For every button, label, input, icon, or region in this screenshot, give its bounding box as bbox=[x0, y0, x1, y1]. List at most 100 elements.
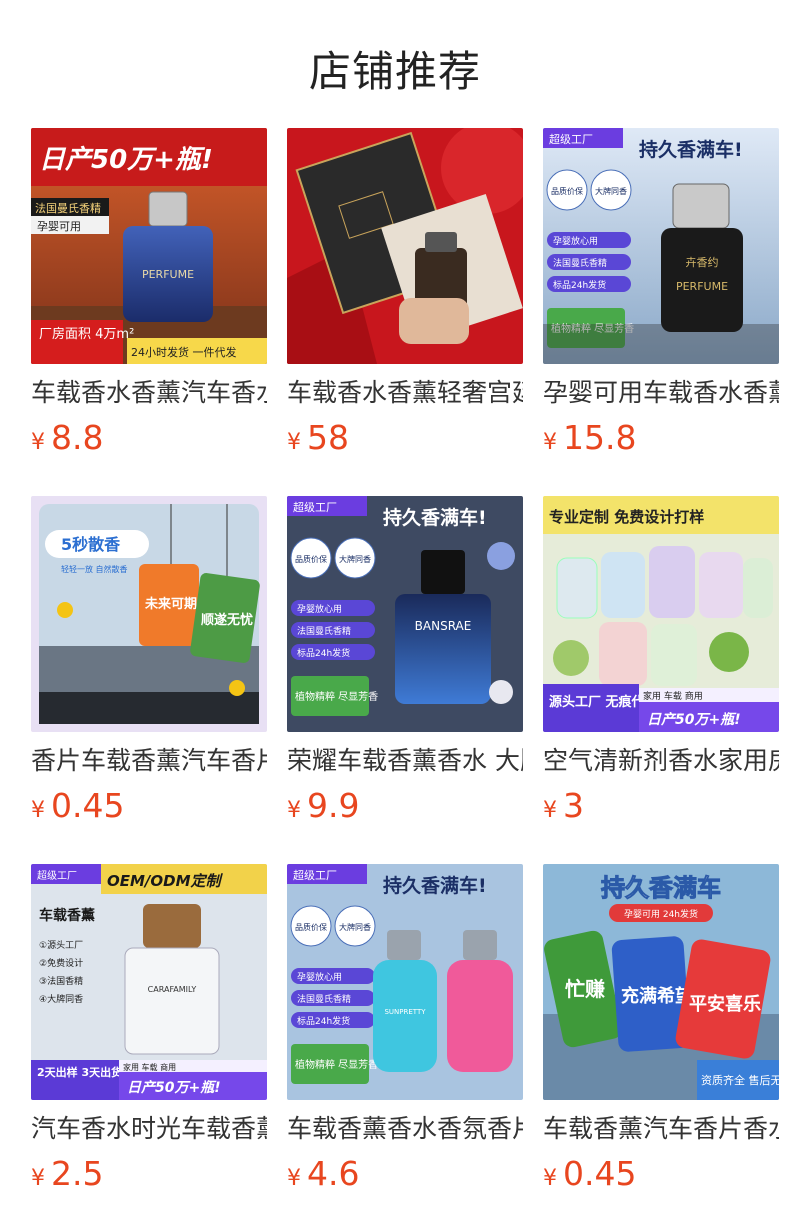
image-bottom-tag: 家用 车载 商用 bbox=[123, 1062, 176, 1072]
image-green-box: 植物精粹 尽显芳香 bbox=[295, 1058, 378, 1071]
product-name[interactable]: 车载香水香薰轻奢宫廷风 bbox=[287, 376, 523, 410]
product-image[interactable]: 超级工厂 持久香满车! 品质价保 大牌同香 孕婴放心用 法国曼氏香精 标品24h… bbox=[287, 496, 523, 732]
image-bottom-left: 厂房面积 4万m² bbox=[39, 326, 134, 342]
image-card-text: 平安喜乐 bbox=[689, 993, 761, 1015]
price-value: 0.45 bbox=[51, 786, 125, 825]
image-list-item: ②免费设计 bbox=[39, 957, 83, 969]
image-badge: 超级工厂 bbox=[293, 500, 337, 514]
image-list-item: ④大牌同香 bbox=[39, 993, 83, 1005]
image-banner-text: 专业定制 免费设计打样 bbox=[549, 508, 704, 526]
price-value: 2.5 bbox=[51, 1154, 104, 1193]
product-name[interactable]: 孕婴可用车载香水香薰 bbox=[543, 376, 779, 410]
currency-symbol: ¥ bbox=[287, 430, 301, 455]
image-seal: 品质价保 bbox=[295, 554, 327, 564]
product-price: ¥0.45 bbox=[543, 1154, 636, 1194]
image-bottle-label: CARAFAMILY bbox=[148, 985, 197, 994]
product-card[interactable]: 车载香水香薰轻奢宫廷风 ¥58 bbox=[287, 128, 523, 468]
image-bottom-right: 24小时发货 一件代发 bbox=[131, 345, 237, 359]
currency-symbol: ¥ bbox=[287, 1166, 301, 1191]
currency-symbol: ¥ bbox=[543, 430, 557, 455]
image-seal: 大牌同香 bbox=[339, 554, 371, 564]
image-check-item: 孕婴放心用 bbox=[297, 603, 342, 615]
image-check-item: 标品24h发货 bbox=[297, 647, 350, 659]
image-badge: 超级工厂 bbox=[37, 869, 77, 882]
image-bottle-label: PERFUME bbox=[142, 268, 194, 281]
currency-symbol: ¥ bbox=[287, 798, 301, 823]
product-name[interactable]: 荣耀车载香薰香水 大牌 bbox=[287, 744, 523, 778]
image-bottom-tag: 家用 车载 商用 bbox=[643, 690, 703, 702]
product-image[interactable]: 专业定制 免费设计打样 源头工厂 无痕代发 家用 车载 商用 日产50万+瓶! bbox=[543, 496, 779, 732]
image-list-item: ③法国香精 bbox=[39, 975, 83, 987]
product-price: ¥2.5 bbox=[31, 1154, 103, 1194]
product-name[interactable]: 空气清新剂香水家用房间 bbox=[543, 744, 779, 778]
image-headline: 持久香满车! bbox=[639, 138, 743, 161]
product-name[interactable]: 汽车香水时光车载香薰 bbox=[31, 1112, 267, 1146]
product-card[interactable]: 专业定制 免费设计打样 源头工厂 无痕代发 家用 车载 商用 日产50万+瓶! … bbox=[543, 496, 779, 836]
image-bottle-label: PERFUME bbox=[676, 280, 728, 293]
price-value: 0.45 bbox=[563, 1154, 637, 1193]
image-headline: 持久香满车 bbox=[601, 874, 721, 902]
product-card[interactable]: 超级工厂 OEM/ODM定制 车载香薰 ①源头工厂 ②免费设计 ③法国香精 ④大… bbox=[31, 864, 267, 1204]
product-image[interactable]: 超级工厂 持久香满车! 品质价保 大牌同香 孕婴放心用 法国曼氏香精 标品24h… bbox=[543, 128, 779, 364]
image-check-item: 标品24h发货 bbox=[297, 1015, 350, 1027]
image-sub: 轻轻一放 自然散香 bbox=[61, 564, 128, 574]
image-check-item: 孕婴放心用 bbox=[553, 235, 598, 247]
image-seal: 品质价保 bbox=[295, 922, 327, 932]
price-value: 8.8 bbox=[51, 418, 104, 457]
image-bottom-right: 资质齐全 售后无忧 bbox=[701, 1073, 779, 1087]
product-image[interactable]: 超级工厂 OEM/ODM定制 车载香薰 ①源头工厂 ②免费设计 ③法国香精 ④大… bbox=[31, 864, 267, 1100]
currency-symbol: ¥ bbox=[31, 1166, 45, 1191]
image-sub: 孕婴可用 24h发货 bbox=[624, 908, 698, 920]
image-seal: 品质价保 bbox=[551, 186, 583, 196]
product-name[interactable]: 车载香水香薰汽车香水 bbox=[31, 376, 267, 410]
product-price: ¥8.8 bbox=[31, 418, 103, 458]
price-value: 15.8 bbox=[563, 418, 637, 457]
product-card[interactable]: 超级工厂 持久香满车! 品质价保 大牌同香 孕婴放心用 法国曼氏香精 标品24h… bbox=[543, 128, 779, 468]
image-badge: 超级工厂 bbox=[549, 132, 593, 146]
product-name[interactable]: 车载香薰汽车香片香水 bbox=[543, 1112, 779, 1146]
image-headline: 持久香满车! bbox=[383, 506, 487, 529]
currency-symbol: ¥ bbox=[543, 1166, 557, 1191]
image-bottle-label: BANSRAE bbox=[415, 619, 472, 633]
product-price: ¥9.9 bbox=[287, 786, 359, 826]
product-price: ¥0.45 bbox=[31, 786, 124, 826]
currency-symbol: ¥ bbox=[31, 430, 45, 455]
product-image[interactable]: 超级工厂 持久香满车! 品质价保 大牌同香 孕婴放心用 法国曼氏香精 标品24h… bbox=[287, 864, 523, 1100]
price-value: 58 bbox=[307, 418, 349, 457]
product-image[interactable]: 日产50万+瓶! 法国曼氏香精 孕婴可用 PERFUME 厂房面积 4万m² 2… bbox=[31, 128, 267, 364]
product-name[interactable]: 车载香薰香水香氛香片 bbox=[287, 1112, 523, 1146]
currency-symbol: ¥ bbox=[543, 798, 557, 823]
image-tag-text: 孕婴可用 bbox=[37, 220, 81, 233]
image-card-text: 未来可期 bbox=[144, 596, 197, 612]
image-bottom-right: 日产50万+瓶! bbox=[127, 1079, 221, 1096]
product-card[interactable]: 持久香满车 孕婴可用 24h发货 忙赚 充满希望 平安喜乐 资质齐全 售后无忧 … bbox=[543, 864, 779, 1204]
image-headline: 持久香满车! bbox=[383, 874, 487, 897]
price-value: 9.9 bbox=[307, 786, 360, 825]
product-card[interactable]: 超级工厂 持久香满车! 品质价保 大牌同香 孕婴放心用 法国曼氏香精 标品24h… bbox=[287, 864, 523, 1204]
product-image[interactable]: 持久香满车 孕婴可用 24h发货 忙赚 充满希望 平安喜乐 资质齐全 售后无忧 bbox=[543, 864, 779, 1100]
product-image[interactable] bbox=[287, 128, 523, 364]
image-bottle-label: SUNPRETTY bbox=[384, 1008, 426, 1016]
page-title: 店铺推荐 bbox=[308, 47, 481, 96]
image-check-item: 法国曼氏香精 bbox=[297, 625, 351, 637]
price-value: 3 bbox=[563, 786, 584, 825]
product-price: ¥15.8 bbox=[543, 418, 636, 458]
product-name[interactable]: 香片车载香薰汽车香片 bbox=[31, 744, 267, 778]
product-card[interactable]: 日产50万+瓶! 法国曼氏香精 孕婴可用 PERFUME 厂房面积 4万m² 2… bbox=[31, 128, 267, 468]
image-check-item: 法国曼氏香精 bbox=[553, 257, 607, 269]
image-bottom-right: 日产50万+瓶! bbox=[647, 711, 741, 728]
image-headline: OEM/ODM定制 bbox=[107, 872, 224, 890]
product-image[interactable]: 5秒散香 轻轻一放 自然散香 未来可期 顺遂无忧 bbox=[31, 496, 267, 732]
product-price: ¥4.6 bbox=[287, 1154, 359, 1194]
image-green-box: 植物精粹 尽显芳香 bbox=[295, 690, 378, 703]
currency-symbol: ¥ bbox=[31, 798, 45, 823]
image-bottle-brand: 卉香约 bbox=[686, 256, 719, 269]
image-title: 车载香薰 bbox=[39, 907, 95, 924]
image-tag-text: 法国曼氏香精 bbox=[35, 201, 101, 215]
image-list-item: ①源头工厂 bbox=[39, 940, 83, 951]
product-card[interactable]: 超级工厂 持久香满车! 品质价保 大牌同香 孕婴放心用 法国曼氏香精 标品24h… bbox=[287, 496, 523, 836]
image-headline: 5秒散香 bbox=[61, 535, 121, 554]
product-card[interactable]: 5秒散香 轻轻一放 自然散香 未来可期 顺遂无忧 香片车载香薰汽车香片 ¥0.4… bbox=[31, 496, 267, 836]
image-card-text: 忙赚 bbox=[565, 977, 605, 1001]
image-card-text: 顺遂无忧 bbox=[201, 612, 253, 628]
